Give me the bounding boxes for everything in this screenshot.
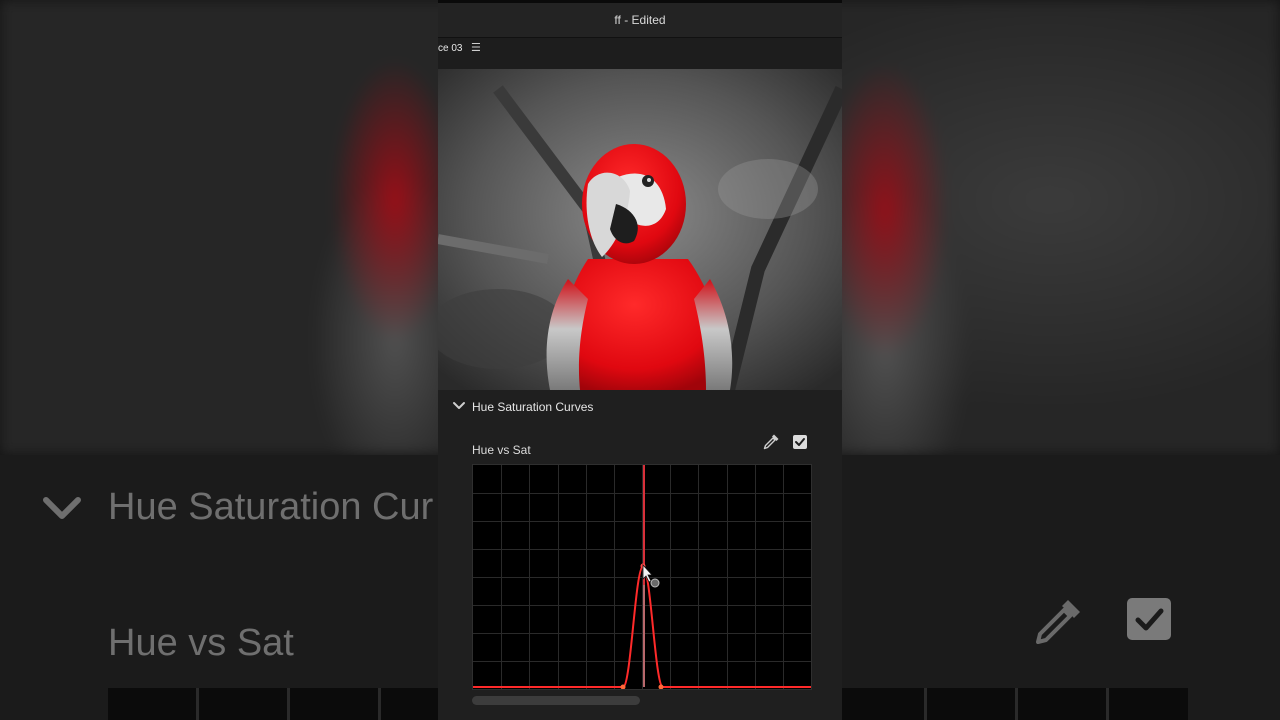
- section-title: Hue Saturation Curves: [472, 400, 594, 414]
- curve-label: Hue vs Sat: [472, 443, 531, 457]
- check-icon: [795, 438, 805, 446]
- sequence-bar: ce 03 ☰: [438, 38, 842, 69]
- app-window: ff - Edited ce 03 ☰ Hue Saturation Curve…: [438, 0, 842, 720]
- curve-scrollbar[interactable]: [472, 696, 812, 706]
- lumetri-panel: Hue Saturation Curves Hue vs Sat: [438, 390, 842, 720]
- curve-anchor-right[interactable]: [658, 684, 664, 690]
- blurred-eyedropper-icon: [1036, 600, 1080, 644]
- sequence-tab[interactable]: ce 03: [438, 43, 462, 54]
- parrot-photo: [438, 69, 842, 390]
- title-bar: ff - Edited: [438, 0, 842, 38]
- blurred-chevron-down-icon: [43, 497, 81, 519]
- chevron-down-icon: [453, 402, 465, 409]
- curve-canvas: [473, 465, 811, 690]
- program-monitor[interactable]: [438, 69, 842, 390]
- cursor-point-icon: [650, 578, 660, 588]
- window-title: ff - Edited: [614, 13, 666, 27]
- curve-grid: [473, 465, 811, 689]
- hue-vs-sat-curve-graph[interactable]: [472, 464, 812, 690]
- hamburger-menu-icon[interactable]: ☰: [471, 41, 481, 54]
- blurred-curve-label: Hue vs Sat: [108, 622, 294, 664]
- eyedropper-icon[interactable]: [762, 433, 780, 451]
- blurred-checkbox: [1127, 598, 1171, 640]
- blurred-section-title: Hue Saturation Cur: [108, 486, 434, 528]
- blurred-check-icon: [1135, 608, 1164, 631]
- enable-checkbox[interactable]: [793, 435, 807, 449]
- scrollbar-thumb[interactable]: [472, 696, 640, 705]
- section-header-hue-saturation-curves[interactable]: Hue Saturation Curves: [450, 398, 830, 418]
